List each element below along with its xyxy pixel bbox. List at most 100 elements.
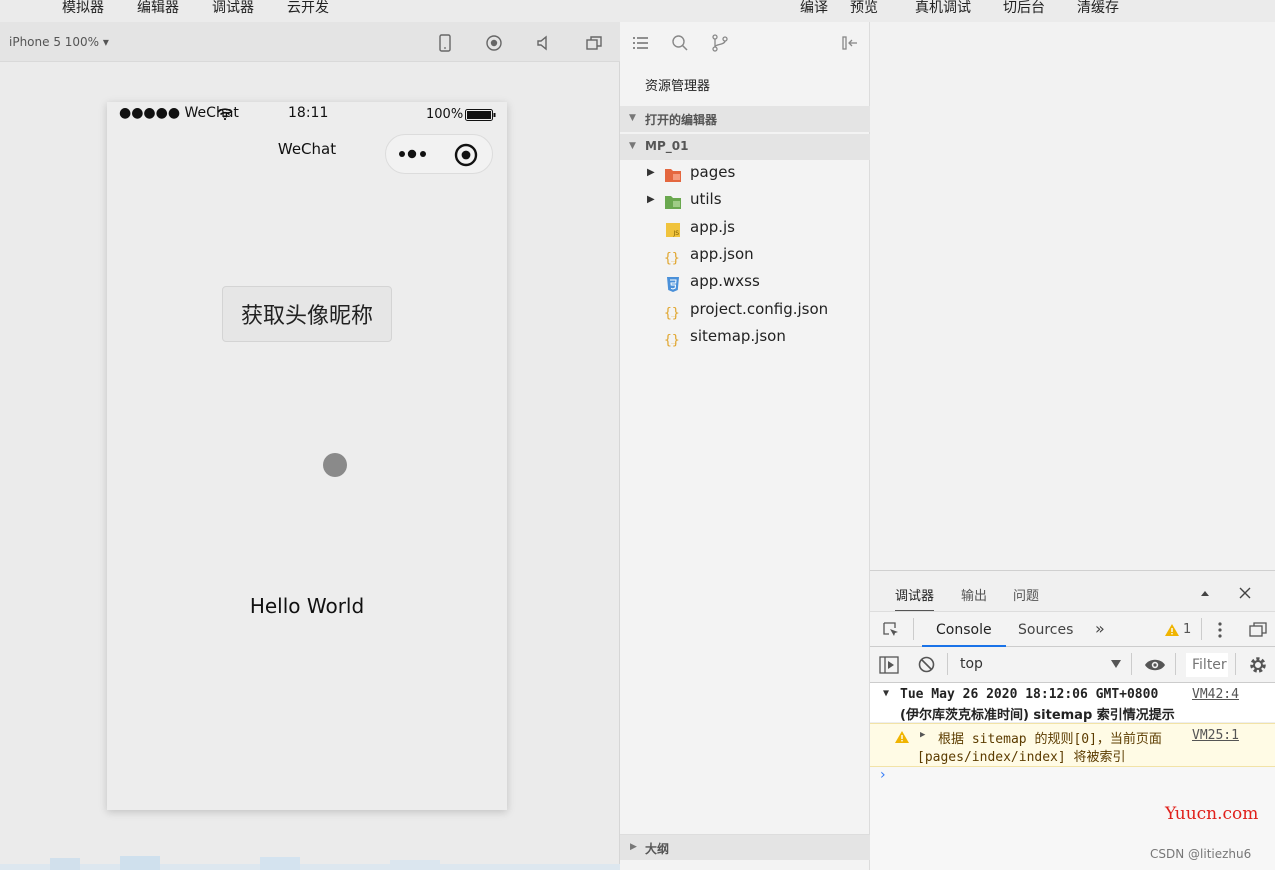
- inspect-element-icon[interactable]: [882, 621, 900, 639]
- status-time: 18:11: [288, 105, 329, 121]
- phone-icon[interactable]: [436, 34, 454, 52]
- battery-label: 100%: [426, 107, 464, 122]
- editor-area: [870, 22, 1275, 570]
- log-source-link[interactable]: VM25:1: [1192, 728, 1239, 743]
- gear-icon[interactable]: [1249, 656, 1267, 674]
- author-watermark: CSDN @litiezhu6: [1150, 847, 1252, 861]
- tree-item-utils[interactable]: ▶ utils: [620, 189, 870, 215]
- json-file-icon: {}…: [664, 251, 680, 266]
- js-file-icon: JS: [666, 223, 680, 237]
- outline-label: 大纲: [645, 842, 670, 856]
- tab-problems[interactable]: 问题: [1013, 585, 1039, 604]
- tree-item-app-wxss[interactable]: app.wxss: [620, 271, 870, 297]
- speaker-icon[interactable]: [535, 34, 553, 52]
- context-select[interactable]: top: [960, 656, 983, 672]
- list-icon[interactable]: [632, 34, 650, 52]
- chevron-up-icon[interactable]: [1200, 589, 1210, 597]
- avatar: [323, 453, 347, 477]
- tab-output[interactable]: 输出: [961, 585, 987, 604]
- tree-item-label: utils: [690, 190, 722, 208]
- caret-right-icon: ▶: [630, 842, 637, 852]
- tab-console[interactable]: Console: [922, 612, 1006, 647]
- simulator-panel: iPhone 5 100% ▾ ●●●●● WeChat 18:11 100% …: [0, 22, 620, 870]
- open-editors-label: 打开的编辑器: [645, 113, 718, 127]
- menu-debugger[interactable]: 调试器: [212, 0, 254, 17]
- get-profile-button[interactable]: 获取头像昵称: [222, 286, 392, 342]
- search-icon[interactable]: [671, 34, 689, 52]
- tab-sources[interactable]: Sources: [1018, 622, 1073, 638]
- popout-icon[interactable]: [585, 34, 603, 52]
- close-miniprogram-icon[interactable]: [454, 143, 478, 167]
- divider: [1175, 653, 1176, 675]
- git-branch-icon[interactable]: [711, 34, 729, 52]
- menu-background[interactable]: 切后台: [1003, 0, 1045, 17]
- phone-screen: ●●●●● WeChat 18:11 100% WeChat 获取头像昵称 He…: [107, 102, 507, 810]
- hello-text: Hello World: [249, 594, 365, 618]
- log-line: Tue May 26 2020 18:12:06 GMT+0800: [900, 687, 1159, 702]
- devtools-panel-tabs: Console Sources » 1: [870, 611, 1275, 647]
- folder-utils-icon: [665, 196, 681, 209]
- tree-item-app-js[interactable]: JS app.js: [620, 217, 870, 243]
- console-prompt[interactable]: ›: [880, 767, 886, 783]
- device-select[interactable]: iPhone 5 100% ▾: [9, 35, 109, 49]
- menu-clear-cache[interactable]: 清缓存: [1077, 0, 1119, 17]
- capsule-menu[interactable]: [385, 134, 493, 174]
- log-source-link[interactable]: VM42:4: [1192, 687, 1239, 702]
- filter-input[interactable]: [1186, 653, 1228, 677]
- more-dots-icon[interactable]: [398, 148, 428, 160]
- clear-console-icon[interactable]: [918, 656, 935, 673]
- menu-cloud[interactable]: 云开发: [287, 0, 329, 17]
- tree-item-label: app.json: [690, 245, 754, 263]
- simulator-toolbar: iPhone 5 100% ▾: [0, 22, 620, 62]
- status-bar: ●●●●● WeChat 18:11 100%: [107, 102, 507, 126]
- svg-text:…: …: [671, 257, 677, 264]
- svg-text:…: …: [671, 339, 677, 346]
- menu-simulator[interactable]: 模拟器: [62, 0, 104, 17]
- tree-item-label: app.wxss: [690, 272, 760, 290]
- nav-bar: WeChat: [107, 126, 507, 174]
- project-section[interactable]: ▼ MP_01: [620, 134, 870, 160]
- caret-down-icon[interactable]: ▼: [883, 688, 889, 699]
- menu-compile[interactable]: 编译: [800, 0, 828, 17]
- menu-preview[interactable]: 预览: [850, 0, 878, 17]
- kebab-menu-icon[interactable]: [1217, 621, 1223, 639]
- warning-icon: [895, 731, 909, 743]
- tree-item-app-json[interactable]: {}… app.json: [620, 244, 870, 270]
- svg-text:…: …: [671, 312, 677, 319]
- more-tabs-button[interactable]: »: [1095, 619, 1105, 638]
- record-icon[interactable]: [485, 34, 503, 52]
- caret-right-icon: ▶: [647, 167, 655, 178]
- svg-text:JS: JS: [673, 230, 680, 237]
- caret-down-icon: ▼: [629, 141, 636, 151]
- tree-item-pages[interactable]: ▶ pages: [620, 162, 870, 188]
- eye-icon[interactable]: [1144, 658, 1166, 672]
- menu-editor[interactable]: 编辑器: [137, 0, 179, 17]
- warning-count[interactable]: 1: [1183, 622, 1191, 637]
- tree-item-project-config[interactable]: {}… project.config.json: [620, 299, 870, 325]
- tree-item-label: project.config.json: [690, 300, 829, 318]
- tree-item-sitemap[interactable]: {}… sitemap.json: [620, 326, 870, 352]
- close-icon[interactable]: [1238, 586, 1252, 600]
- top-menu-bar: 模拟器 编辑器 调试器 云开发 编译 预览 真机调试 切后台 清缓存: [0, 0, 1275, 22]
- divider: [1235, 653, 1236, 675]
- explorer-toolbar: [620, 22, 870, 62]
- outline-section[interactable]: ▶ 大纲: [620, 834, 870, 860]
- divider: [913, 618, 914, 640]
- explorer-title: 资源管理器: [645, 79, 711, 94]
- dropdown-arrow-icon[interactable]: [1111, 660, 1121, 668]
- menu-remote-debug[interactable]: 真机调试: [915, 0, 971, 17]
- json-file-icon: {}…: [664, 333, 680, 348]
- console-log-entry: ▼ Tue May 26 2020 18:12:06 GMT+0800 (伊尔库…: [870, 683, 1275, 723]
- wifi-icon: [217, 108, 233, 120]
- collapse-panel-icon[interactable]: [841, 34, 859, 52]
- project-label: MP_01: [645, 139, 689, 153]
- caret-right-icon[interactable]: ▶: [920, 730, 925, 740]
- battery-icon: [465, 109, 496, 121]
- folder-pages-icon: [665, 169, 681, 182]
- tree-item-label: sitemap.json: [690, 327, 786, 345]
- caret-down-icon: ▼: [629, 113, 636, 123]
- tab-debugger[interactable]: 调试器: [895, 585, 935, 611]
- open-editors-section[interactable]: ▼ 打开的编辑器: [620, 106, 870, 132]
- sidebar-toggle-icon[interactable]: [879, 656, 899, 674]
- undock-icon[interactable]: [1249, 622, 1267, 638]
